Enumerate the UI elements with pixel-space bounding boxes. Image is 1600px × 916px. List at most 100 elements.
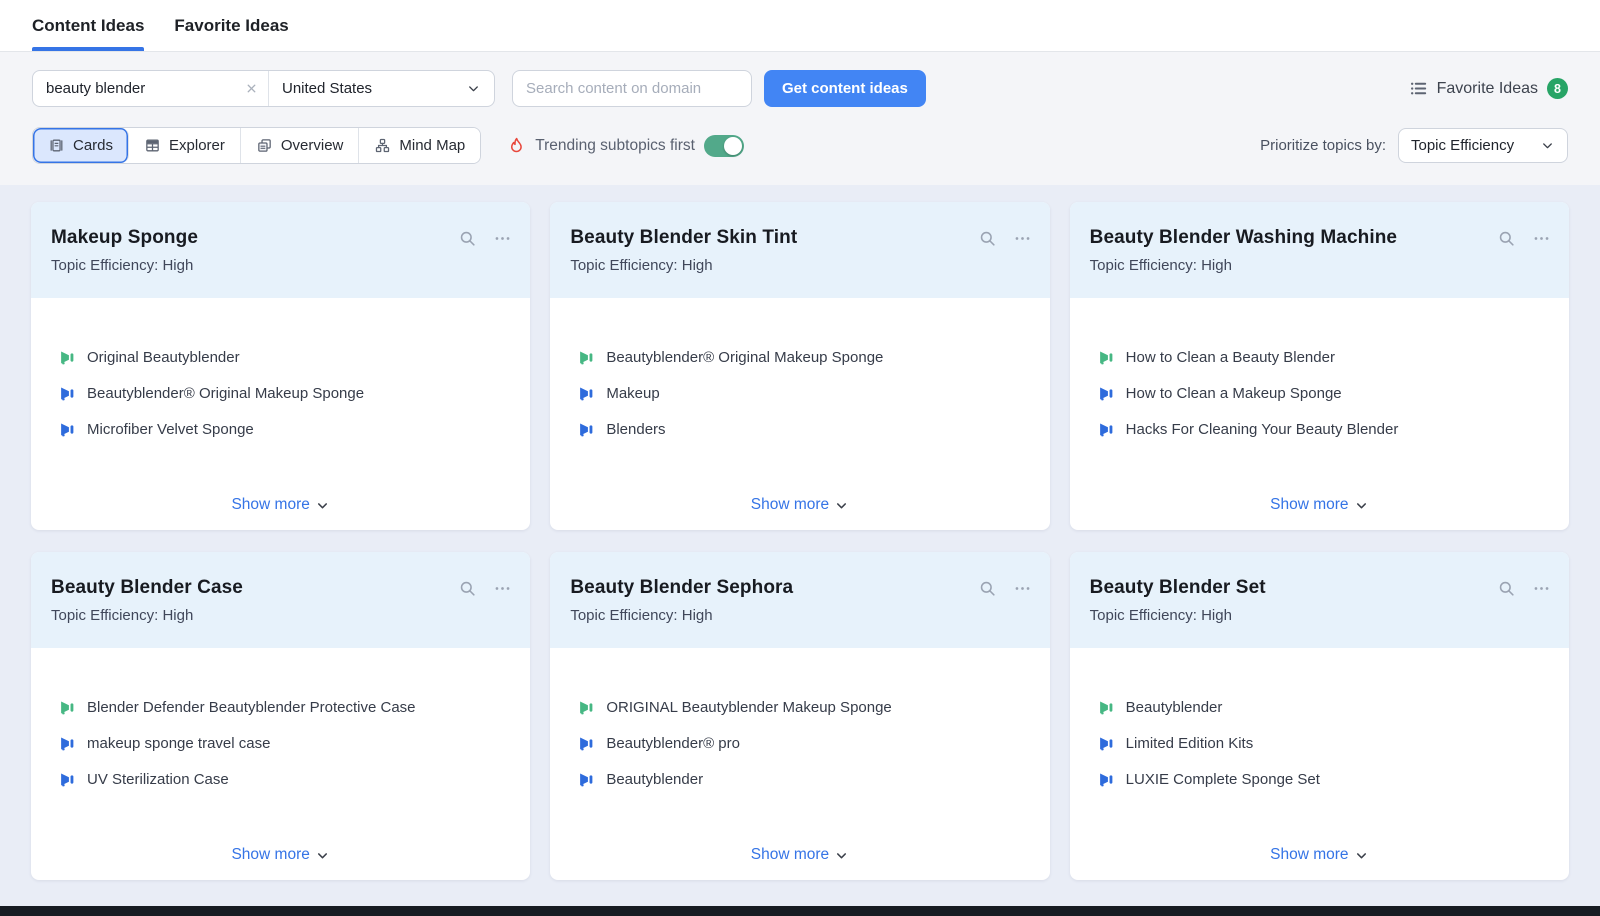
tab-content-ideas[interactable]: Content Ideas: [32, 0, 144, 51]
show-more-link[interactable]: Show more: [1270, 846, 1368, 868]
topic-card-header: Makeup Sponge Topic Efficiency: High: [31, 202, 530, 298]
topic-list: Beautyblender® Original Makeup Sponge Ma…: [578, 346, 1021, 441]
chevron-down-icon: [834, 848, 849, 863]
search-icon[interactable]: [1497, 229, 1516, 248]
topic-item[interactable]: Beautyblender: [578, 768, 1021, 791]
show-more-link[interactable]: Show more: [751, 846, 849, 868]
more-options-icon[interactable]: [493, 229, 512, 248]
topic-card-header: Beauty Blender Case Topic Efficiency: Hi…: [31, 552, 530, 648]
topic-card-title: Beauty Blender Skin Tint: [570, 227, 1029, 249]
topic-item[interactable]: Hacks For Cleaning Your Beauty Blender: [1098, 418, 1541, 441]
show-more-link[interactable]: Show more: [231, 846, 329, 868]
chevron-down-icon: [466, 81, 481, 96]
topic-item[interactable]: How to Clean a Beauty Blender: [1098, 346, 1541, 369]
view-mindmap-button[interactable]: Mind Map: [359, 128, 480, 163]
topic-card: Beauty Blender Sephora Topic Efficiency:…: [550, 552, 1049, 880]
show-more-link[interactable]: Show more: [1270, 496, 1368, 518]
clear-keyword-icon[interactable]: [245, 82, 258, 95]
topic-item[interactable]: LUXIE Complete Sponge Set: [1098, 768, 1541, 791]
view-explorer-button[interactable]: Explorer: [129, 128, 241, 163]
chevron-down-icon: [1354, 498, 1369, 513]
topic-item[interactable]: Blender Defender Beautyblender Protectiv…: [59, 696, 502, 719]
trending-subtopics-toggle[interactable]: [704, 135, 744, 157]
get-content-ideas-button[interactable]: Get content ideas: [764, 70, 926, 107]
chevron-down-icon: [1540, 138, 1555, 153]
topic-card-body: Original Beautyblender Beautyblender® Or…: [31, 298, 530, 530]
trending-subtopics-label: Trending subtopics first: [535, 137, 695, 155]
toggle-knob: [724, 137, 742, 155]
topic-item[interactable]: Limited Edition Kits: [1098, 732, 1541, 755]
topic-efficiency-label: Topic Efficiency: High: [51, 257, 510, 274]
megaphone-icon: [59, 771, 76, 788]
topic-item[interactable]: How to Clean a Makeup Sponge: [1098, 382, 1541, 405]
more-options-icon[interactable]: [1532, 229, 1551, 248]
megaphone-icon: [1098, 421, 1115, 438]
topic-list: How to Clean a Beauty Blender How to Cle…: [1098, 346, 1541, 441]
topic-item-label: Beautyblender: [606, 768, 703, 791]
topic-item[interactable]: Makeup: [578, 382, 1021, 405]
topic-item[interactable]: UV Sterilization Case: [59, 768, 502, 791]
more-options-icon[interactable]: [493, 579, 512, 598]
favorite-ideas-button[interactable]: Favorite Ideas 8: [1409, 78, 1568, 99]
topic-item-label: Blender Defender Beautyblender Protectiv…: [87, 696, 416, 719]
topic-card-body: Beautyblender Limited Edition Kits LUXIE…: [1070, 648, 1569, 880]
topic-item[interactable]: Original Beautyblender: [59, 346, 502, 369]
chevron-down-icon: [315, 498, 330, 513]
search-icon[interactable]: [458, 229, 477, 248]
megaphone-icon: [59, 385, 76, 402]
topic-item[interactable]: Beautyblender: [1098, 696, 1541, 719]
topic-efficiency-label: Topic Efficiency: High: [1090, 257, 1549, 274]
tab-content-ideas-label: Content Ideas: [32, 16, 144, 36]
megaphone-icon: [578, 735, 595, 752]
view-cards-button[interactable]: Cards: [33, 128, 129, 163]
topic-card: Beauty Blender Washing Machine Topic Eff…: [1070, 202, 1569, 530]
topic-item-label: Beautyblender® Original Makeup Sponge: [87, 382, 364, 405]
topic-efficiency-label: Topic Efficiency: High: [570, 607, 1029, 624]
topic-card-header: Beauty Blender Sephora Topic Efficiency:…: [550, 552, 1049, 648]
topic-efficiency-label: Topic Efficiency: High: [570, 257, 1029, 274]
search-icon[interactable]: [978, 579, 997, 598]
topic-card-body: Beautyblender® Original Makeup Sponge Ma…: [550, 298, 1049, 530]
more-options-icon[interactable]: [1532, 579, 1551, 598]
cards-grid: Makeup Sponge Topic Efficiency: High: [31, 202, 1569, 880]
show-more-link[interactable]: Show more: [751, 496, 849, 518]
topic-list: Blender Defender Beautyblender Protectiv…: [59, 696, 502, 791]
topic-item[interactable]: Microfiber Velvet Sponge: [59, 418, 502, 441]
topic-card-title: Beauty Blender Case: [51, 577, 510, 599]
chevron-down-icon: [834, 498, 849, 513]
topic-item-label: makeup sponge travel case: [87, 732, 270, 755]
search-icon[interactable]: [978, 229, 997, 248]
megaphone-icon: [1098, 349, 1115, 366]
topic-item[interactable]: Blenders: [578, 418, 1021, 441]
topic-list: Original Beautyblender Beautyblender® Or…: [59, 346, 502, 441]
card-actions: [978, 579, 1032, 598]
megaphone-icon: [578, 421, 595, 438]
topic-card-title: Beauty Blender Sephora: [570, 577, 1029, 599]
topic-item-label: ORIGINAL Beautyblender Makeup Sponge: [606, 696, 891, 719]
keyword-input[interactable]: [46, 80, 245, 97]
domain-search-input[interactable]: [512, 70, 752, 107]
topic-item[interactable]: Beautyblender® pro: [578, 732, 1021, 755]
country-select[interactable]: United States: [269, 71, 494, 106]
more-options-icon[interactable]: [1013, 579, 1032, 598]
cards-area: Makeup Sponge Topic Efficiency: High: [0, 185, 1600, 906]
topic-item-label: How to Clean a Beauty Blender: [1126, 346, 1335, 369]
list-icon: [1409, 79, 1428, 98]
prioritize-select[interactable]: Topic Efficiency: [1398, 128, 1568, 163]
search-icon[interactable]: [458, 579, 477, 598]
country-select-value: United States: [282, 80, 372, 97]
tab-favorite-ideas[interactable]: Favorite Ideas: [174, 0, 288, 51]
topic-item-label: UV Sterilization Case: [87, 768, 229, 791]
topic-card-title: Makeup Sponge: [51, 227, 510, 249]
topic-item[interactable]: Beautyblender® Original Makeup Sponge: [59, 382, 502, 405]
bottom-edge-bar: [0, 906, 1600, 916]
view-overview-button[interactable]: Overview: [241, 128, 360, 163]
topic-item[interactable]: ORIGINAL Beautyblender Makeup Sponge: [578, 696, 1021, 719]
topic-item[interactable]: Beautyblender® Original Makeup Sponge: [578, 346, 1021, 369]
topic-item[interactable]: makeup sponge travel case: [59, 732, 502, 755]
show-more-label: Show more: [231, 496, 309, 514]
show-more-label: Show more: [1270, 496, 1348, 514]
more-options-icon[interactable]: [1013, 229, 1032, 248]
show-more-link[interactable]: Show more: [231, 496, 329, 518]
search-icon[interactable]: [1497, 579, 1516, 598]
